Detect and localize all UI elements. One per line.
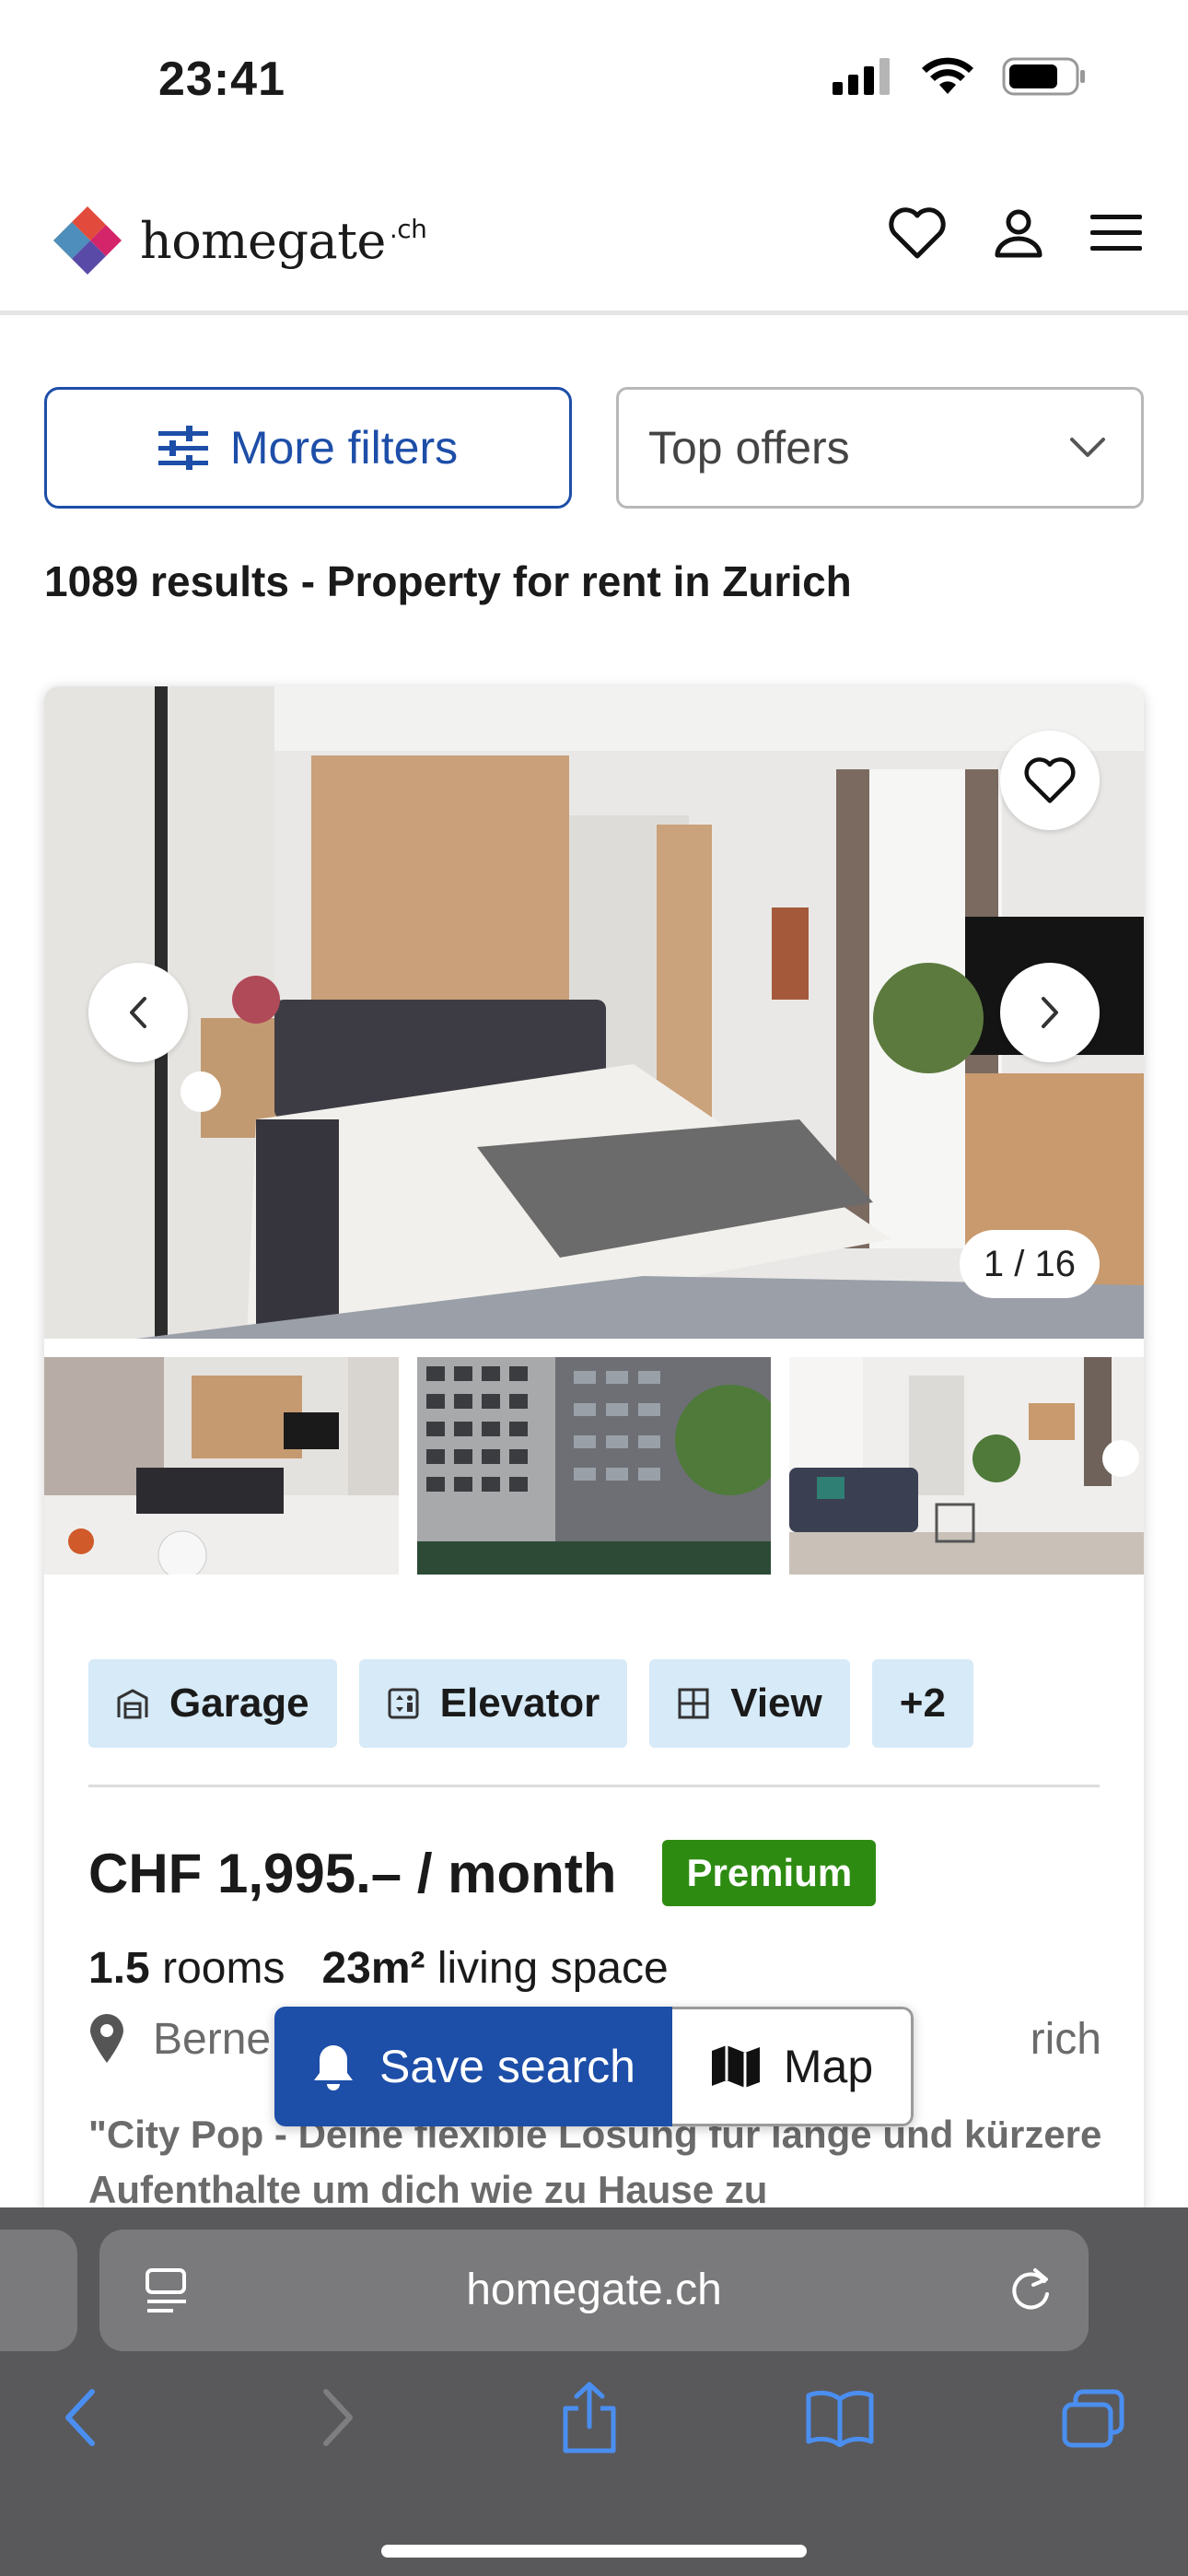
cellular-signal-icon (833, 58, 890, 95)
home-indicator (381, 2545, 807, 2558)
favorite-listing-button[interactable] (1000, 731, 1100, 830)
save-search-label: Save search (379, 2041, 635, 2092)
building-exterior-photo (416, 1357, 772, 1575)
chevron-left-icon (130, 997, 146, 1028)
url-text: homegate.ch (466, 2266, 722, 2314)
status-time: 23:41 (158, 53, 285, 106)
tag-garage: Garage (88, 1659, 337, 1748)
header-actions (888, 206, 1142, 260)
tag-label: Elevator (439, 1680, 600, 1726)
thumbnail-strip (44, 1357, 1144, 1575)
logo-text: homegate .ch (140, 211, 427, 270)
thumbnail-kitchen[interactable] (44, 1357, 399, 1575)
more-filters-button[interactable]: More filters (44, 387, 572, 509)
listing-specs: 1.5 rooms 23m² living space (88, 1943, 669, 1994)
map-icon (711, 2045, 760, 2088)
address-bar[interactable]: homegate.ch (99, 2230, 1089, 2351)
browser-toolbar (0, 2382, 1188, 2476)
bookmarks-icon[interactable] (805, 2388, 875, 2447)
view-window-icon (678, 1688, 709, 1719)
user-account-icon[interactable] (993, 207, 1044, 259)
listing-main-photo[interactable]: 1 / 16 (44, 686, 1144, 1339)
previous-tab-preview[interactable] (0, 2230, 77, 2351)
chevron-down-icon (1070, 438, 1105, 457)
heart-icon (1024, 757, 1076, 803)
listing-price: CHF 1,995.– / month (88, 1842, 617, 1904)
tag-label: View (730, 1680, 822, 1726)
filter-sliders-icon (157, 426, 208, 470)
results-heading: 1089 results - Property for rent in Zuri… (44, 557, 852, 605)
site-header: homegate .ch (0, 157, 1188, 315)
sort-select[interactable]: Top offers (616, 387, 1144, 509)
tag-label: +2 (899, 1680, 946, 1726)
homegate-logo[interactable]: homegate .ch (53, 206, 427, 275)
reload-icon[interactable] (1007, 2265, 1054, 2314)
area-spec: 23m² living space (321, 1944, 669, 1993)
address-end: rich (1030, 2014, 1101, 2064)
share-icon[interactable] (560, 2381, 619, 2454)
chevron-right-icon (1042, 997, 1058, 1028)
tag-label: Garage (169, 1680, 309, 1726)
hamburger-menu-icon[interactable] (1090, 213, 1142, 253)
back-icon[interactable] (63, 2388, 98, 2447)
tabs-icon[interactable] (1061, 2388, 1125, 2449)
map-button[interactable]: Map (672, 2007, 914, 2126)
elevator-icon (388, 1688, 419, 1719)
divider (88, 1785, 1100, 1787)
garage-icon (117, 1689, 148, 1719)
tag-more[interactable]: +2 (871, 1659, 973, 1748)
tag-view: View (649, 1659, 850, 1748)
premium-badge: Premium (662, 1840, 877, 1906)
homegate-logo-mark-icon (53, 206, 122, 275)
previous-photo-button[interactable] (88, 963, 188, 1062)
feature-tags: Garage Elevator View +2 (88, 1659, 973, 1748)
more-filters-label: More filters (229, 422, 459, 474)
map-label: Map (783, 2041, 874, 2092)
status-bar: 23:41 (0, 0, 1188, 157)
next-photo-button[interactable] (1000, 963, 1100, 1062)
kitchen-photo (44, 1357, 399, 1575)
sort-selected-value: Top offers (648, 422, 850, 474)
price-row: CHF 1,995.– / month Premium (88, 1840, 877, 1906)
browser-bottom-bar: homegate.ch (0, 2207, 1188, 2576)
rooms-spec: 1.5 rooms (88, 1944, 285, 1993)
thumbnail-building[interactable] (416, 1357, 772, 1575)
floating-actions: Save search Map (274, 2007, 914, 2126)
living-room-photo (789, 1357, 1144, 1575)
thumbnail-living-room[interactable] (789, 1357, 1144, 1575)
location-pin-icon (90, 2014, 123, 2063)
favorites-heart-icon[interactable] (888, 206, 947, 260)
wifi-icon (922, 57, 973, 94)
filter-row: More filters Top offers (44, 387, 1144, 509)
battery-icon (1002, 57, 1085, 96)
forward-icon[interactable] (320, 2388, 355, 2447)
address-start: Berne (153, 2014, 272, 2064)
bell-icon (314, 2045, 354, 2090)
status-icons (833, 57, 1087, 96)
tag-elevator: Elevator (358, 1659, 628, 1748)
photo-counter: 1 / 16 (959, 1230, 1100, 1298)
save-search-button[interactable]: Save search (274, 2007, 672, 2126)
